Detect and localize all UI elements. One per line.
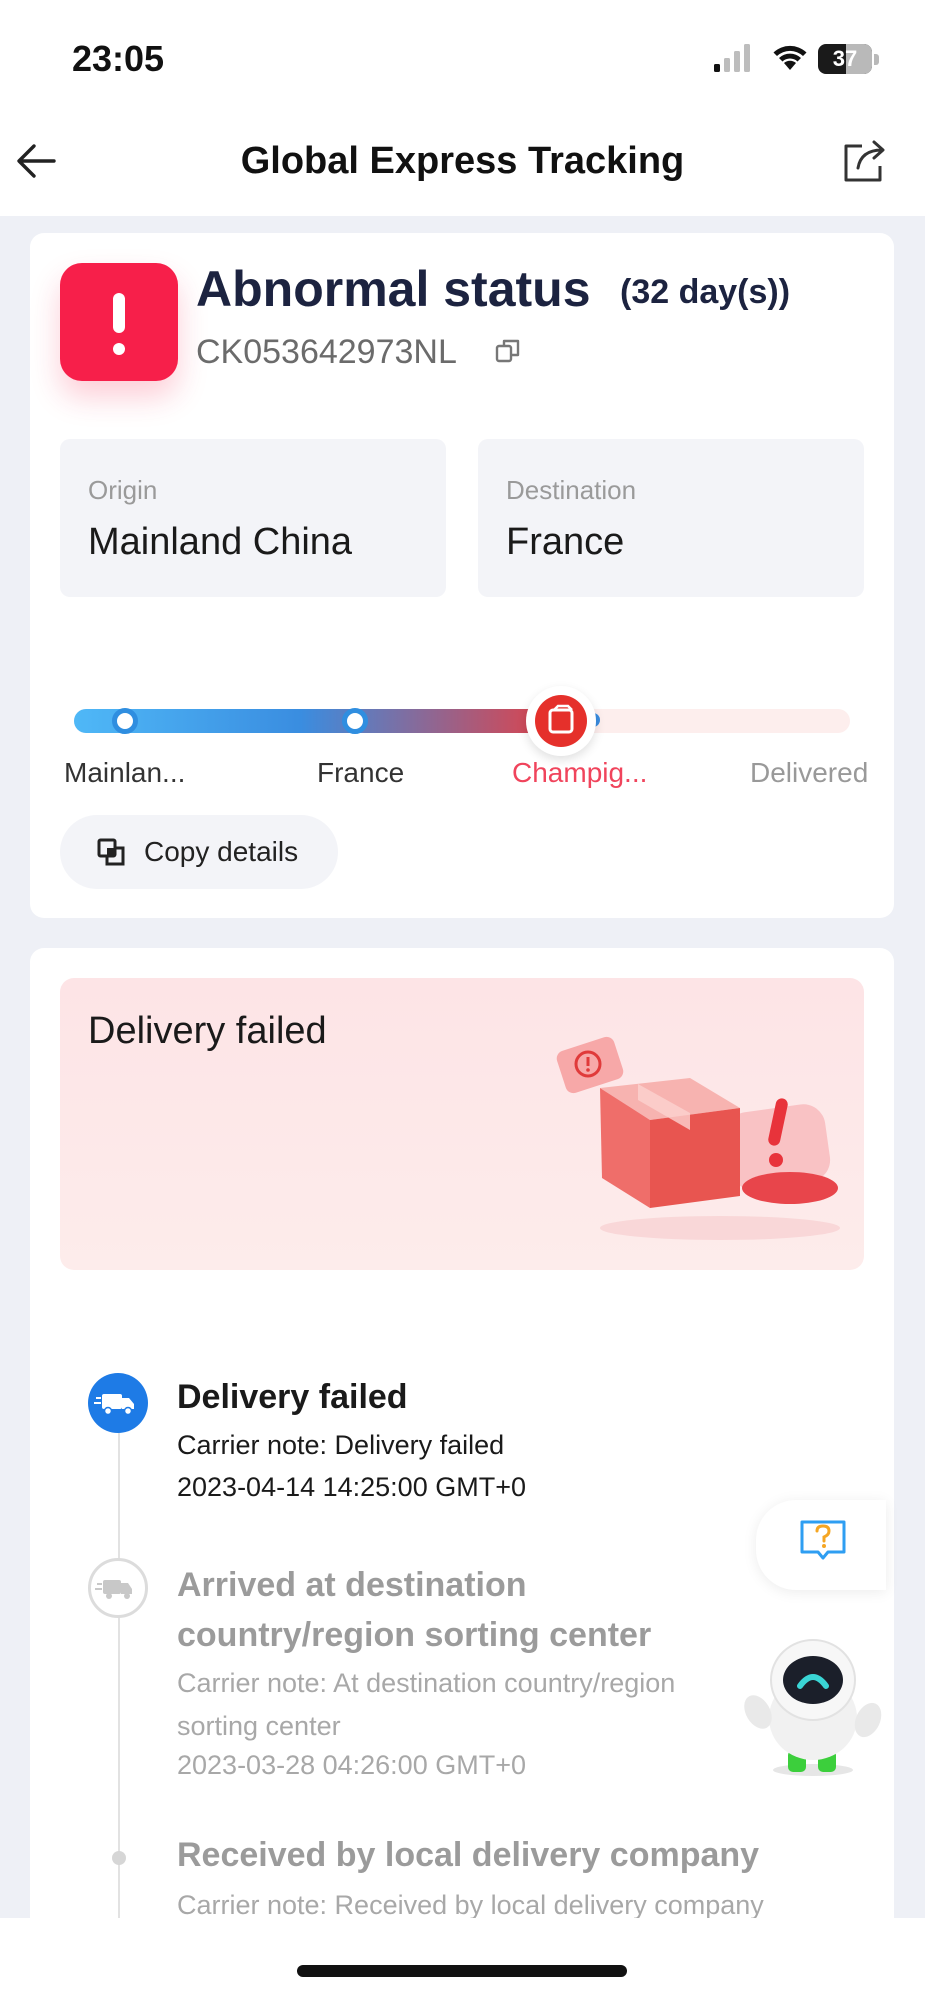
timeline-line: [118, 1408, 120, 2000]
package-icon: [548, 704, 574, 734]
progress-stop-label: Delivered: [750, 757, 869, 788]
wifi-icon: [773, 45, 807, 70]
status-duration: (32 day(s)): [620, 273, 791, 311]
home-indicator[interactable]: [297, 1965, 627, 1977]
battery-level: 37: [832, 46, 858, 71]
current-location-node: [526, 686, 596, 756]
assistant-robot-icon[interactable]: [738, 1620, 888, 1780]
status-time: 23:05: [72, 38, 165, 79]
nav-bar: Global Express Tracking: [0, 110, 925, 216]
copy-details-label: Copy details: [144, 836, 299, 867]
copy-icon[interactable]: [494, 337, 522, 365]
event-note: Carrier note: Received by local delivery…: [177, 1890, 764, 1920]
origin-value: Mainland China: [88, 521, 353, 563]
battery-icon: 37: [818, 44, 880, 74]
delivery-truck-icon: [88, 1373, 148, 1433]
copy-icon: [97, 838, 125, 866]
help-chat-icon: [800, 1520, 846, 1560]
event-note: Carrier note: At destination country/reg…: [177, 1668, 676, 1741]
event-time: 2023-03-28 04:26:00 GMT+0: [177, 1750, 526, 1780]
failed-package-illustration: [556, 1036, 840, 1240]
tracking-number: CK053642973NL: [196, 333, 457, 371]
shipment-summary-card: Abnormal status (32 day(s)) CK053642973N…: [30, 233, 894, 918]
home-indicator-area: [0, 1918, 925, 2000]
destination-value: France: [506, 521, 625, 563]
status-banner: Delivery failed: [60, 978, 864, 1270]
progress-stop-label: Mainlan...: [64, 757, 186, 788]
status-title: Abnormal status: [196, 261, 591, 317]
cellular-signal-icon: [714, 44, 750, 72]
status-bar: 23:05 37: [0, 0, 925, 110]
event-title: Delivery failed: [177, 1378, 408, 1416]
progress-fill: [74, 709, 578, 733]
destination-label: Destination: [506, 475, 637, 505]
progress-node-origin: [112, 708, 138, 734]
origin-label: Origin: [88, 475, 158, 505]
event-note: Carrier note: Delivery failed: [177, 1430, 505, 1460]
tracking-history-card: Delivery failed Delivery failed Carrier …: [30, 948, 894, 2000]
event-title: Arrived at destination country/region so…: [177, 1566, 652, 1654]
progress-node-transit: [342, 708, 368, 734]
destination-box: Destination France: [478, 439, 864, 597]
page-title: Global Express Tracking: [240, 140, 685, 182]
share-icon[interactable]: [840, 136, 890, 186]
alert-icon: [60, 263, 178, 381]
banner-title: Delivery failed: [88, 1010, 327, 1052]
progress-stop-label: France: [317, 757, 405, 788]
copy-details-button[interactable]: Copy details: [60, 815, 338, 889]
origin-box: Origin Mainland China: [60, 439, 446, 597]
delivery-truck-icon: [88, 1558, 148, 1618]
progress-stop-label-current: Champig...: [512, 757, 648, 788]
timeline-dot: [112, 1851, 126, 1865]
help-floating-button[interactable]: [756, 1500, 886, 1590]
event-title: Received by local delivery company: [177, 1836, 760, 1874]
event-time: 2023-04-14 14:25:00 GMT+0: [177, 1472, 526, 1502]
